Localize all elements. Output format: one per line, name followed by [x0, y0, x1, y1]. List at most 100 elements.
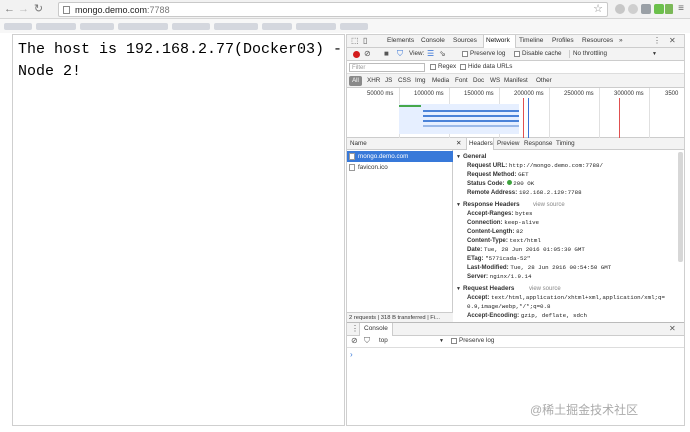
- bookmark-item[interactable]: [4, 23, 32, 30]
- waterfall-bar: [423, 125, 519, 127]
- throttling-select[interactable]: No throttling: [569, 50, 607, 58]
- tab-headers[interactable]: Headers: [469, 140, 493, 148]
- clear-icon[interactable]: ⊘: [364, 49, 371, 59]
- view-source-link[interactable]: view source: [533, 201, 565, 209]
- response-headers-section[interactable]: ▼ Response Headers: [456, 201, 520, 209]
- type-filter-ws[interactable]: WS: [490, 77, 500, 85]
- view-label: View:: [409, 50, 425, 57]
- bookmark-item[interactable]: [80, 23, 114, 30]
- back-icon[interactable]: ←: [4, 3, 15, 15]
- request-row[interactable]: mongo.demo.com: [347, 151, 453, 162]
- scrollbar[interactable]: [678, 152, 683, 262]
- name-column-header[interactable]: Name: [347, 138, 453, 150]
- overview-icon[interactable]: ⇘: [439, 49, 446, 59]
- more-tabs-icon[interactable]: »: [619, 37, 623, 45]
- extension-icon[interactable]: [665, 4, 673, 14]
- capture-screenshots-icon[interactable]: ■: [384, 49, 389, 59]
- bookmark-item[interactable]: [296, 23, 336, 30]
- tab-timing[interactable]: Timing: [556, 140, 575, 148]
- type-filter-other[interactable]: Other: [536, 77, 552, 85]
- request-name: favicon.ico: [358, 163, 388, 171]
- bookmark-item[interactable]: [172, 23, 210, 30]
- request-details: ✕ Headers Preview Response Timing ▼ Gener…: [453, 138, 684, 321]
- type-filter-media[interactable]: Media: [432, 77, 449, 85]
- general-section[interactable]: ▼ General: [456, 153, 486, 161]
- extension-icon[interactable]: [654, 4, 664, 14]
- chevron-down-icon[interactable]: ▼: [439, 337, 444, 345]
- status-ok-icon: [507, 180, 513, 185]
- tab-resources[interactable]: Resources: [582, 37, 613, 45]
- url-text: mongo.demo.com:7788: [75, 5, 170, 15]
- preserve-log-checkbox[interactable]: [462, 51, 468, 57]
- filter-row: Filter Regex Hide data URLs: [347, 61, 684, 74]
- type-filter-img[interactable]: Img: [415, 77, 426, 85]
- network-overview[interactable]: 50000 ms 100000 ms 150000 ms 200000 ms 2…: [347, 88, 684, 138]
- devtools-panel: ⬚ ▯ Elements Console Sources Network Tim…: [346, 34, 685, 426]
- address-bar[interactable]: mongo.demo.com:7788 ☆: [58, 2, 608, 17]
- type-filter-js[interactable]: JS: [385, 77, 392, 85]
- tab-sources[interactable]: Sources: [453, 37, 477, 45]
- forward-icon[interactable]: →: [18, 3, 29, 15]
- request-headers-section[interactable]: ▼ Request Headers: [456, 285, 514, 293]
- regex-checkbox[interactable]: [430, 64, 436, 70]
- tab-console[interactable]: Console: [421, 37, 445, 45]
- clear-console-icon[interactable]: ⊘: [351, 336, 358, 346]
- browser-toolbar: ← → ↻ mongo.demo.com:7788 ☆ ≡: [0, 0, 690, 19]
- tab-response[interactable]: Response: [524, 140, 552, 148]
- request-method: Request Method: GET: [467, 171, 529, 178]
- waterfall-bar: [423, 115, 519, 117]
- reload-icon[interactable]: ↻: [33, 3, 44, 15]
- large-rows-icon[interactable]: ☰: [427, 49, 434, 59]
- extension-icon[interactable]: [628, 4, 638, 14]
- type-filter-css[interactable]: CSS: [398, 77, 411, 85]
- menu-icon[interactable]: ≡: [677, 3, 685, 15]
- tab-timeline[interactable]: Timeline: [519, 37, 543, 45]
- tab-preview[interactable]: Preview: [497, 140, 519, 148]
- document-icon: [349, 164, 355, 171]
- tab-network[interactable]: Network: [486, 37, 510, 45]
- chevron-down-icon[interactable]: ▼: [652, 50, 657, 58]
- record-icon[interactable]: [353, 51, 360, 58]
- bookmark-item[interactable]: [118, 23, 168, 30]
- view-source-link[interactable]: view source: [529, 285, 561, 293]
- extension-icon[interactable]: [641, 4, 651, 14]
- filter-icon[interactable]: ⛉: [397, 49, 403, 59]
- device-mode-icon[interactable]: ▯: [363, 36, 367, 46]
- filter-icon[interactable]: ⛉: [364, 336, 370, 346]
- close-icon[interactable]: ✕: [669, 36, 676, 46]
- tab-elements[interactable]: Elements: [387, 37, 414, 45]
- inspect-icon[interactable]: ⬚: [351, 36, 359, 46]
- request-row[interactable]: favicon.ico: [347, 162, 453, 173]
- type-filter-doc[interactable]: Doc: [473, 77, 484, 85]
- extension-icon[interactable]: [615, 4, 625, 14]
- drawer-menu-icon[interactable]: ⋮: [351, 324, 359, 334]
- type-filter-font[interactable]: Font: [455, 77, 468, 85]
- preserve-log-checkbox[interactable]: [451, 338, 457, 344]
- console-toolbar: ⊘ ⛉ top ▼ Preserve log: [347, 336, 684, 348]
- bookmark-item[interactable]: [262, 23, 292, 30]
- hide-data-urls-checkbox[interactable]: [460, 64, 466, 70]
- disable-cache-checkbox[interactable]: [514, 51, 520, 57]
- bookmark-item[interactable]: [340, 23, 368, 30]
- overview-selection[interactable]: [399, 104, 519, 134]
- tab-console-drawer[interactable]: Console: [364, 325, 388, 333]
- type-filter-all[interactable]: All: [349, 76, 362, 86]
- more-options-icon[interactable]: ⋮: [653, 36, 661, 46]
- watermark: @稀土掘金技术社区: [530, 403, 639, 417]
- close-details-icon[interactable]: ✕: [456, 140, 461, 148]
- context-select[interactable]: top: [379, 337, 388, 345]
- preserve-log-label: Preserve log: [459, 337, 495, 344]
- type-filter-manifest[interactable]: Manifest: [504, 77, 528, 85]
- close-drawer-icon[interactable]: ✕: [669, 324, 676, 334]
- bookmark-item[interactable]: [214, 23, 258, 30]
- type-filter-xhr[interactable]: XHR: [367, 77, 380, 85]
- bookmark-item[interactable]: [36, 23, 76, 30]
- filter-input[interactable]: Filter: [349, 63, 425, 72]
- hide-data-urls-label: Hide data URLs: [468, 63, 513, 70]
- console-prompt[interactable]: ›: [350, 350, 353, 359]
- tab-profiles[interactable]: Profiles: [552, 37, 574, 45]
- star-icon[interactable]: ☆: [593, 3, 603, 16]
- tick-label: 100000 ms: [414, 91, 444, 97]
- waterfall-bar: [423, 110, 519, 112]
- preserve-log-label: Preserve log: [470, 50, 506, 57]
